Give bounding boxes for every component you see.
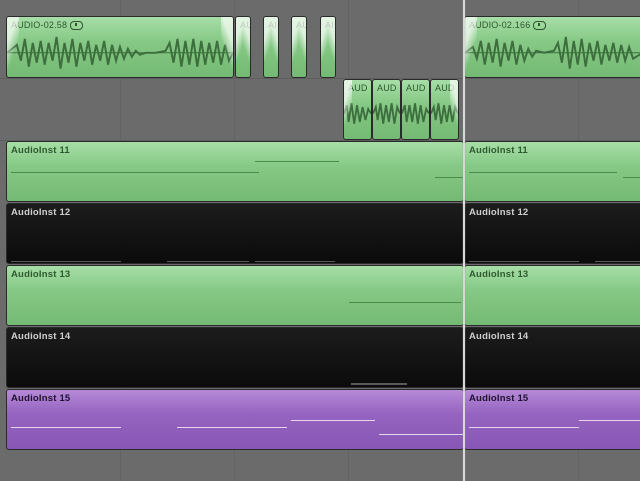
fade-in-handle[interactable] [465,17,477,77]
fade-out-handle[interactable] [328,17,335,77]
midi-note [351,383,407,385]
midi-note [469,261,579,262]
fade-out-handle[interactable] [450,80,458,139]
midi-region-audioinst-12[interactable]: AudioInst 12 [464,203,640,264]
midi-note [169,172,259,173]
waveform [7,36,233,69]
midi-note [469,427,579,428]
fade-in-handle[interactable] [236,17,243,77]
fade-in-handle[interactable] [321,17,328,77]
midi-note [595,261,640,262]
region-label: AudioInst 15 [11,393,71,404]
region-label: AUDIO-02.166 [469,20,531,30]
midi-note [11,261,121,262]
midi-note [177,427,287,428]
midi-note [291,420,375,421]
midi-note [255,261,335,262]
audio-region-5[interactable]: AI [320,16,336,78]
region-label: AudioInst 14 [469,331,529,342]
region-label: AudioInst 11 [469,145,528,156]
fade-in-handle[interactable] [7,17,19,77]
region-label: AudioInst 13 [11,269,71,280]
region-label: AudioInst 14 [11,331,71,342]
midi-region-audioinst-15[interactable]: AudioInst 15 [464,389,640,450]
midi-region-audioinst-15[interactable]: AudioInst 15 [6,389,464,450]
fade-in-handle[interactable] [264,17,271,77]
fade-out-handle[interactable] [271,17,278,77]
audio-region-8[interactable]: AUD [401,79,430,140]
midi-note [547,172,617,173]
waveform [465,36,640,69]
midi-note [349,302,461,303]
audio-region-1[interactable]: AUDIO-02.58 [6,16,234,78]
region-label: AudioInst 12 [11,207,71,218]
midi-region-audioinst-12[interactable]: AudioInst 12 [6,203,464,264]
midi-note [379,434,463,435]
region-label: AUD [377,83,397,93]
midi-region-audioinst-11[interactable]: AudioInst 11 [6,141,464,202]
audio-region-4[interactable]: AU [291,16,307,78]
midi-region-audioinst-13[interactable]: AudioInst 13 [6,265,464,326]
region-label: AUDIO-02.58 [11,20,68,30]
midi-note [11,427,121,428]
audio-region-2[interactable]: AU [235,16,251,78]
midi-note [255,161,339,162]
midi-region-audioinst-14[interactable]: AudioInst 14 [6,327,464,388]
fade-out-handle[interactable] [299,17,306,77]
region-label: AudioInst 12 [469,207,529,218]
region-label: AudioInst 15 [469,393,529,404]
waveform [373,103,400,124]
midi-region-audioinst-13[interactable]: AudioInst 13 [464,265,640,326]
loop-icon [70,21,84,31]
region-label: AudioInst 13 [469,269,529,280]
waveform [402,103,429,124]
midi-note [469,172,549,173]
midi-note [623,177,640,178]
playhead[interactable] [463,0,465,481]
audio-region-6[interactable]: AUD [343,79,372,140]
loop-icon [533,21,547,31]
midi-region-audioinst-11[interactable]: AudioInst 11 [464,141,640,202]
midi-note [11,172,171,173]
midi-note [435,177,463,178]
region-label: AudioInst 11 [11,145,70,156]
midi-note [579,420,640,421]
audio-region-7[interactable]: AUD [372,79,401,140]
audio-region-9[interactable]: AUD [430,79,459,140]
midi-note [167,261,249,262]
audio-region-10[interactable]: AUDIO-02.166 [464,16,640,78]
lane-separator [0,78,640,79]
midi-region-audioinst-14[interactable]: AudioInst 14 [464,327,640,388]
audio-region-3[interactable]: AI [263,16,279,78]
fade-in-handle[interactable] [344,80,352,139]
region-label: AUD [406,83,426,93]
fade-in-handle[interactable] [292,17,299,77]
fade-out-handle[interactable] [243,17,250,77]
fade-out-handle[interactable] [221,17,233,77]
